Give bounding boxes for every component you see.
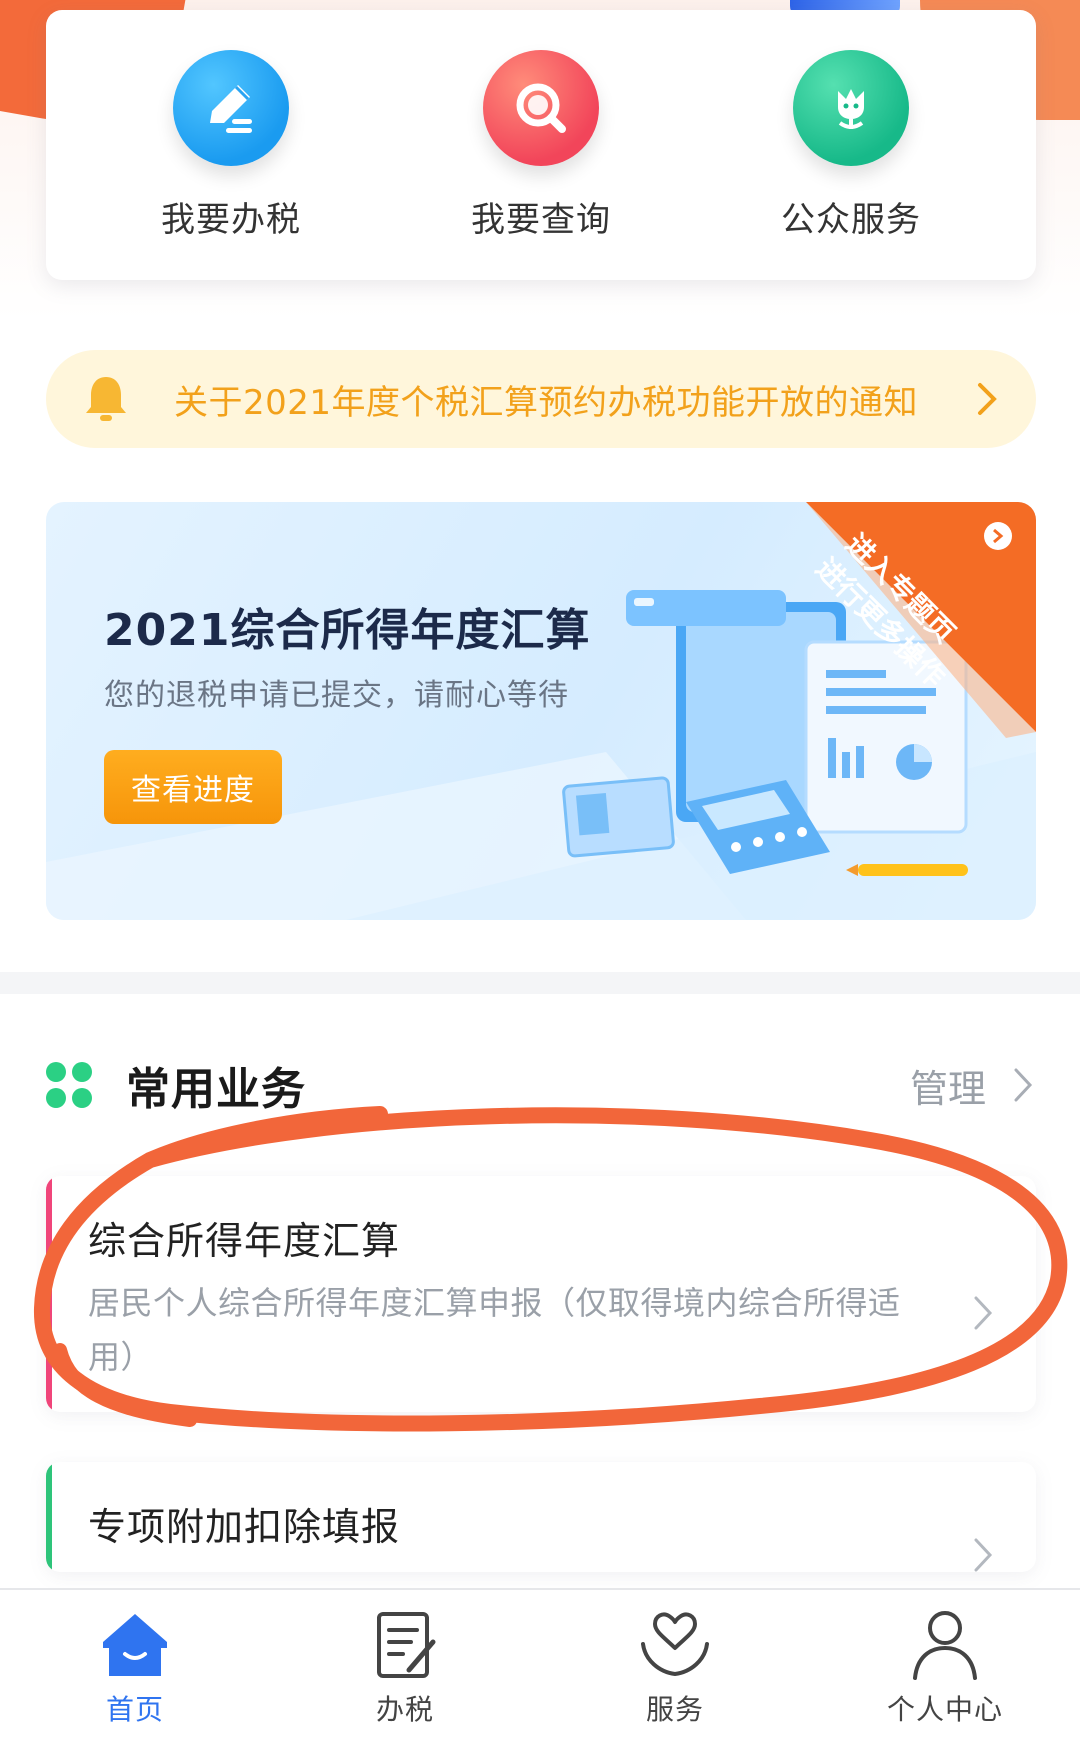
notice-text: 关于2021年度个税汇算预约办税功能开放的通知 [174, 382, 919, 423]
nav-label: 服务 [645, 1693, 704, 1726]
quick-action-label: 我要办税 [161, 199, 301, 240]
annual-settlement-banner[interactable]: 2021综合所得年度汇算 您的退税申请已提交，请耐心等待 查看进度 进入专题页 … [46, 502, 1036, 920]
tax-form-icon [377, 1612, 436, 1678]
quick-actions-card: 我要办税 我要查询 公众服务 [46, 10, 1036, 280]
chevron-right-icon[interactable] [1012, 1066, 1034, 1104]
heart-hand-icon [641, 1612, 709, 1677]
edit-icon [173, 49, 289, 166]
notice-bar[interactable]: 关于2021年度个税汇算预约办税功能开放的通知 [46, 350, 1036, 448]
nav-item-service[interactable]: 服务 [575, 1590, 775, 1728]
nav-item-home[interactable]: 首页 [35, 1590, 235, 1728]
manage-link[interactable]: 管理 [910, 1058, 986, 1113]
section-divider [0, 972, 1080, 994]
search-icon [483, 49, 599, 166]
section-title: 常用业务 [126, 1064, 306, 1115]
nav-label: 个人中心 [886, 1693, 1003, 1726]
quick-action-label: 公众服务 [781, 199, 921, 240]
quick-action-service[interactable]: 公众服务 [731, 49, 971, 241]
chevron-right-icon [978, 383, 997, 415]
user-icon [913, 1611, 977, 1680]
nav-item-tax[interactable]: 办税 [305, 1590, 505, 1728]
app-screen: 我要办税 我要查询 公众服务 关于2021年度个税汇算预约办税功能开放的通知 2… [0, 0, 1080, 1738]
card-accent [46, 1176, 52, 1412]
bell-icon [86, 377, 126, 421]
service-card-title: 综合所得年度汇算 [88, 1219, 401, 1263]
grid-icon [46, 1062, 92, 1108]
chevron-right-icon [974, 1538, 993, 1572]
service-card-annual-settlement[interactable]: 综合所得年度汇算 居民个人综合所得年度汇算申报（仅取得境内综合所得适用） [46, 1176, 1036, 1412]
home-icon [103, 1614, 167, 1676]
view-progress-button[interactable]: 查看进度 [104, 750, 282, 824]
nav-label: 办税 [375, 1693, 434, 1726]
card-accent [46, 1462, 52, 1572]
banner-title: 2021综合所得年度汇算 [104, 605, 591, 656]
nav-label: 首页 [105, 1693, 164, 1726]
common-services-header: 常用业务 管理 [44, 1050, 1034, 1120]
bottom-nav: 首页 办税 服务 个人中心 [0, 1588, 1080, 1738]
quick-action-query[interactable]: 我要查询 [421, 49, 661, 241]
service-card-description: 居民个人综合所得年度汇算申报（仅取得境内综合所得适用） [88, 1284, 901, 1376]
service-card-special-deduction[interactable]: 专项附加扣除填报 [46, 1462, 1036, 1572]
service-icon [793, 49, 909, 166]
quick-action-tax[interactable]: 我要办税 [111, 49, 351, 241]
quick-action-label: 我要查询 [471, 199, 611, 240]
nav-item-profile[interactable]: 个人中心 [845, 1590, 1045, 1728]
service-card-title: 专项附加扣除填报 [88, 1505, 401, 1549]
banner-subtitle: 您的退税申请已提交，请耐心等待 [104, 678, 569, 713]
chevron-right-icon [974, 1296, 993, 1330]
